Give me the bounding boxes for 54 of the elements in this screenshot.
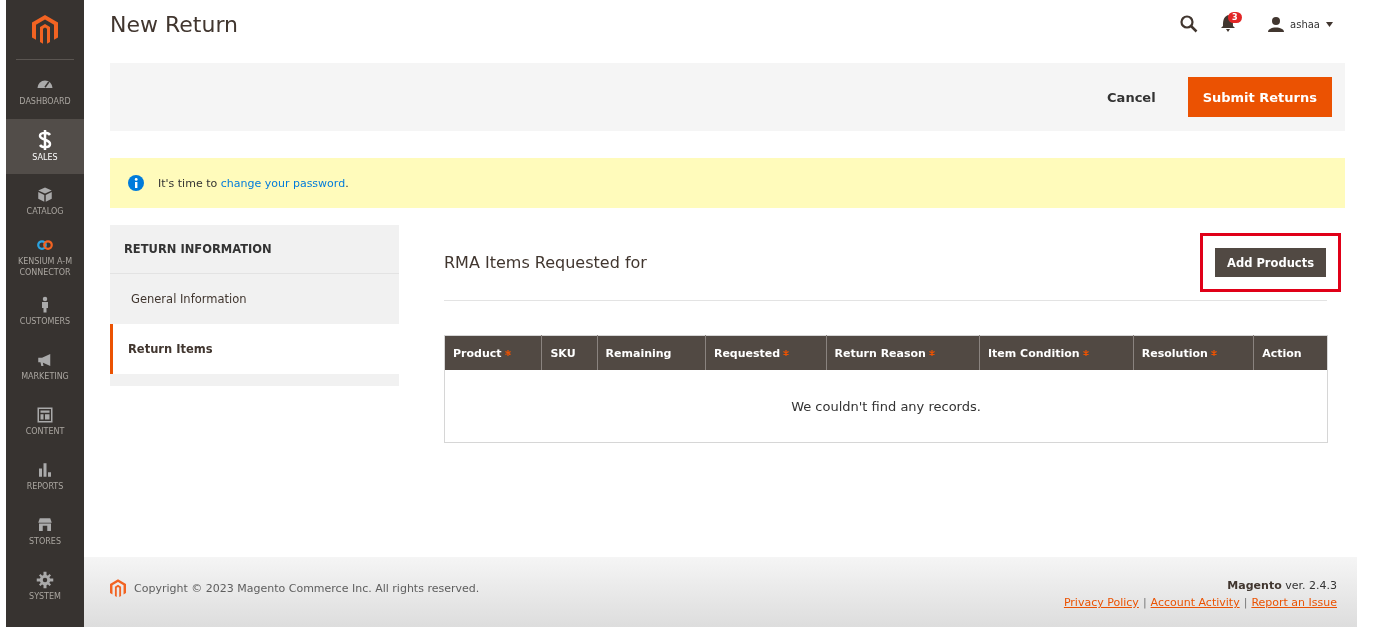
sidebar-item[interactable]: KENSIUM A-M CONNECTOR	[6, 229, 84, 284]
layout-icon	[36, 406, 54, 424]
sidebar-item[interactable]: STORES	[6, 504, 84, 559]
logo-icon	[110, 578, 126, 598]
section-heading: RETURN INFORMATION	[110, 225, 399, 274]
link-separator: |	[1243, 596, 1248, 609]
storefront-icon	[36, 516, 54, 534]
submit-button[interactable]: Submit Returns	[1187, 77, 1332, 117]
column-header: Action	[1253, 335, 1328, 370]
notification-count: 3	[1228, 12, 1242, 23]
column-header: Resolution	[1133, 335, 1254, 370]
asterisk-icon	[783, 349, 790, 356]
add-products-button[interactable]: Add Products	[1215, 248, 1326, 277]
asterisk-icon	[928, 349, 935, 356]
column-header: Return Reason	[826, 335, 980, 370]
gear-icon	[36, 571, 54, 589]
section-title: RMA Items Requested for	[444, 253, 647, 272]
footer-link[interactable]: Privacy Policy	[1063, 596, 1139, 609]
dollar-icon	[38, 130, 52, 150]
sidebar-item[interactable]: SYSTEM	[6, 559, 84, 614]
footer-link[interactable]: Report an Issue	[1251, 596, 1337, 609]
page-title: New Return	[110, 11, 239, 37]
bar-chart-icon	[36, 461, 54, 479]
box-icon	[36, 186, 54, 204]
version-text: Magento ver. 2.4.3	[1227, 579, 1337, 592]
message-text: It's time to change your password.	[158, 176, 349, 190]
user-icon	[1268, 16, 1285, 32]
asterisk-icon	[1210, 349, 1217, 356]
sidebar-item[interactable]: CONTENT	[6, 394, 84, 449]
column-header: Item Condition	[979, 335, 1134, 370]
sidebar-item[interactable]: SALES	[6, 119, 84, 174]
cancel-button[interactable]: Cancel	[1101, 88, 1162, 106]
empty-message: We couldn't find any records.	[444, 370, 1328, 443]
user-menu[interactable]: ashaa	[1290, 18, 1320, 30]
info-icon	[128, 175, 144, 191]
column-header: SKU	[541, 335, 598, 370]
sidebar-item[interactable]: REPORTS	[6, 449, 84, 504]
sidebar-item[interactable]: DASHBOARD	[6, 64, 84, 119]
sidebar-item[interactable]: CATALOG	[6, 174, 84, 229]
caret-icon[interactable]	[1326, 21, 1333, 27]
tab[interactable]: General Information	[110, 274, 399, 324]
copyright-text: Copyright © 2023 Magento Commerce Inc. All rights reserved.	[134, 581, 480, 595]
link-separator: |	[1142, 596, 1147, 609]
column-header: Requested	[705, 335, 827, 370]
search-icon[interactable]	[1180, 15, 1199, 33]
logo-icon[interactable]	[32, 15, 58, 45]
column-header: Remaining	[597, 335, 706, 370]
column-header: Product	[444, 335, 542, 370]
asterisk-icon	[504, 349, 511, 356]
tab[interactable]: Return Items	[110, 324, 399, 374]
asterisk-icon	[1082, 349, 1089, 356]
sidebar-item[interactable]: CUSTOMERS	[6, 284, 84, 339]
footer-link[interactable]: Account Activity	[1150, 596, 1240, 609]
sidebar-item[interactable]: MARKETING	[6, 339, 84, 394]
